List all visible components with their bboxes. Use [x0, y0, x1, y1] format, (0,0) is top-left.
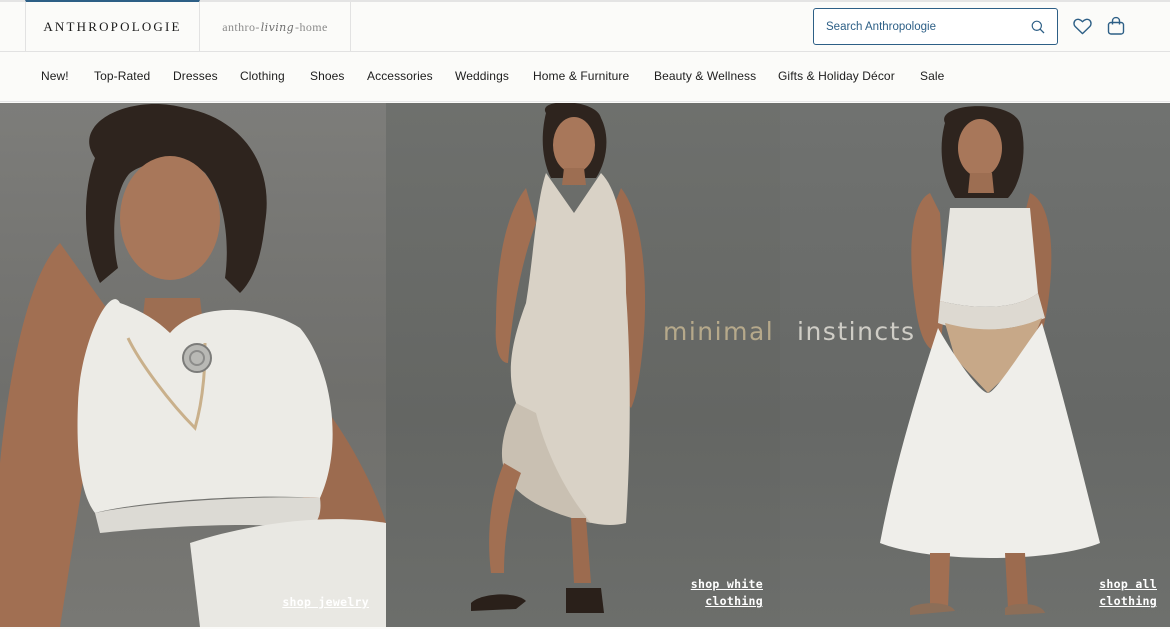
main-navigation: New! Top-Rated Dresses Clothing Shoes Ac…	[0, 52, 1170, 102]
nav-item-clothing[interactable]: Clothing	[240, 69, 285, 83]
nav-item-shoes[interactable]: Shoes	[310, 69, 345, 83]
shopping-bag-icon[interactable]	[1106, 16, 1126, 36]
hero-image-all-clothing[interactable]	[780, 103, 1170, 627]
model-white-halter-top-illustration	[0, 104, 386, 627]
nav-item-dresses[interactable]: Dresses	[173, 69, 218, 83]
heart-icon[interactable]	[1073, 18, 1092, 35]
hero-image-jewelry[interactable]	[0, 103, 386, 627]
nav-item-sale[interactable]: Sale	[920, 69, 944, 83]
model-smocked-top-skirt-illustration	[880, 106, 1100, 615]
nav-item-home-furniture[interactable]: Home & Furniture	[533, 69, 629, 83]
brand-logo-anthro-living-home: anthro-living-home	[222, 19, 328, 34]
shop-jewelry-link[interactable]: shop jewelry	[282, 594, 369, 611]
shop-all-clothing-line2: clothing	[1099, 594, 1157, 608]
search-box[interactable]	[813, 8, 1058, 45]
nav-item-accessories[interactable]: Accessories	[367, 69, 433, 83]
nav-item-gifts-holiday-decor[interactable]: Gifts & Holiday Décor	[778, 69, 895, 83]
search-input[interactable]	[826, 20, 1016, 33]
nav-item-weddings[interactable]: Weddings	[455, 69, 509, 83]
hero-headline-minimal: minimal	[663, 317, 775, 346]
site-header: ANTHROPOLOGIE anthro-living-home	[0, 0, 1170, 52]
shop-all-clothing-line1: shop all	[1099, 577, 1157, 591]
anthro-living-home-brand-tab[interactable]: anthro-living-home	[200, 2, 351, 52]
hero-image-white-clothing[interactable]	[386, 103, 780, 627]
nav-item-top-rated[interactable]: Top-Rated	[94, 69, 150, 83]
hero-headline-instincts: instincts	[797, 317, 916, 346]
brand-logo-anthropologie: ANTHROPOLOGIE	[43, 19, 182, 34]
anthropologie-brand-tab[interactable]: ANTHROPOLOGIE	[25, 0, 200, 52]
shop-white-clothing-line1: shop white	[690, 577, 763, 591]
shop-all-clothing-link[interactable]: shop all clothing	[1067, 576, 1157, 610]
model-white-halter-dress-illustration	[471, 103, 646, 613]
shop-white-clothing-link[interactable]: shop white clothing	[663, 576, 763, 610]
search-icon[interactable]	[1031, 20, 1045, 34]
nav-item-new[interactable]: New!	[41, 69, 69, 83]
hero-banner: minimal instincts shop jewelry shop whit…	[0, 103, 1170, 627]
nav-item-beauty-wellness[interactable]: Beauty & Wellness	[654, 69, 756, 83]
shop-white-clothing-line2: clothing	[705, 594, 763, 608]
